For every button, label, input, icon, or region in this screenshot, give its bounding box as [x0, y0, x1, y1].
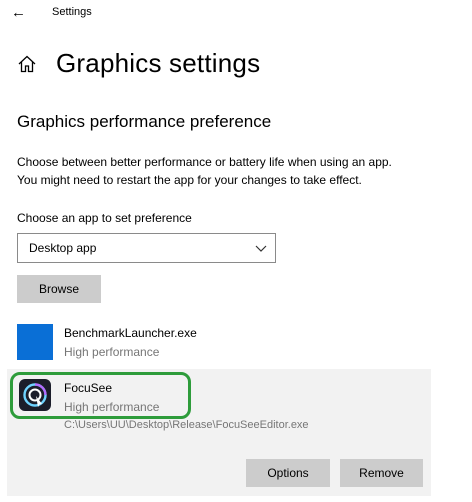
back-arrow-icon[interactable]: ← — [11, 5, 26, 20]
description-line: You might need to restart the app for yo… — [17, 173, 362, 187]
home-icon[interactable] — [17, 54, 37, 74]
chevron-down-icon — [255, 245, 267, 252]
description-line: Choose between better performance or bat… — [17, 155, 392, 169]
app-list-item-focusee[interactable]: FocuSee High performance C:\Users\UU\Des… — [7, 369, 431, 496]
options-button[interactable]: Options — [246, 459, 330, 487]
app-type-dropdown[interactable]: Desktop app — [17, 233, 276, 263]
highlight-annotation — [10, 372, 191, 419]
remove-button[interactable]: Remove — [340, 459, 423, 487]
app-path: C:\Users\UU\Desktop\Release\FocuSeeEdito… — [64, 419, 309, 431]
app-type-label: Choose an app to set preference — [17, 211, 192, 225]
app-title: Settings — [52, 6, 92, 18]
app-type-selected-value: Desktop app — [29, 241, 97, 255]
benchmarklauncher-app-icon — [17, 324, 53, 360]
section-title: Graphics performance preference — [17, 112, 272, 131]
app-list-item-benchmarklauncher[interactable]: BenchmarkLauncher.exe High performance — [17, 320, 431, 368]
title-bar: ← Settings — [0, 0, 472, 28]
browse-button[interactable]: Browse — [17, 275, 101, 303]
section-description: Choose between better performance or bat… — [17, 153, 467, 189]
app-preference: High performance — [64, 345, 160, 359]
app-name: BenchmarkLauncher.exe — [64, 326, 197, 340]
page-title: Graphics settings — [56, 48, 261, 78]
graphics-settings-window: ← Settings Graphics settings Graphics pe… — [0, 0, 472, 502]
